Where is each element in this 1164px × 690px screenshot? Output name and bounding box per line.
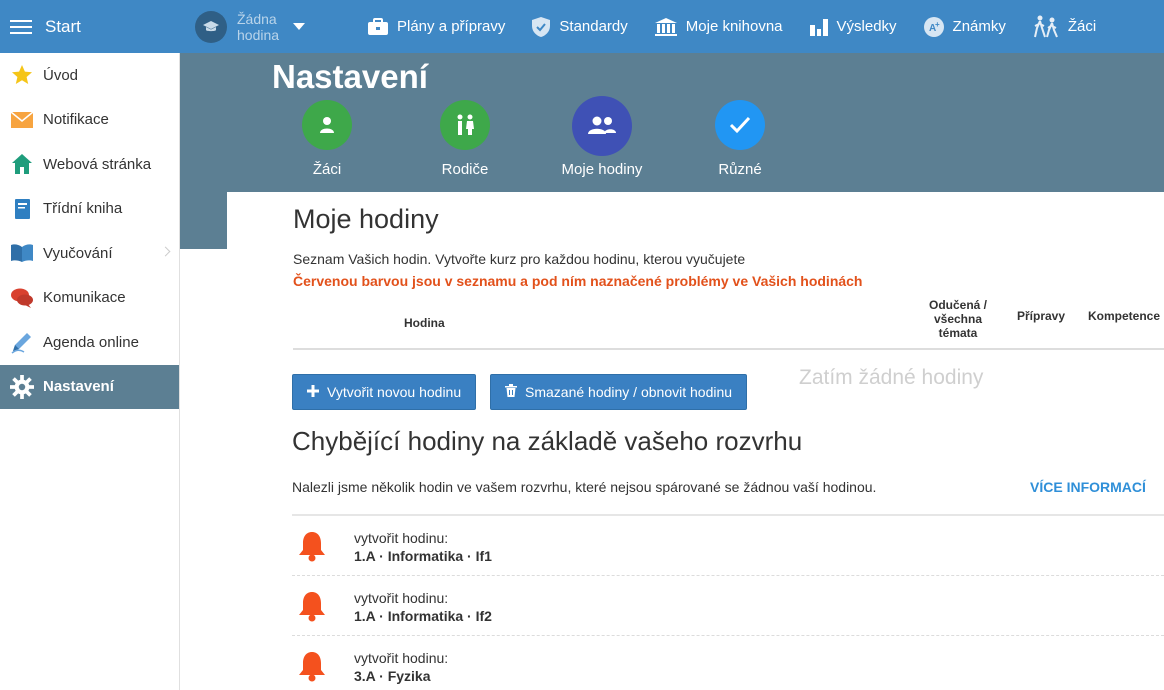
sidebar-item-uvod[interactable]: Úvod <box>0 53 179 98</box>
sidebar-item-komunikace[interactable]: Komunikace <box>0 276 179 321</box>
person-icon <box>302 100 352 150</box>
students-walking-icon <box>1033 15 1058 37</box>
page-title: Nastavení <box>272 58 428 95</box>
more-info-link[interactable]: VÍCE INFORMACÍ <box>1030 479 1146 495</box>
chevron-down-icon <box>293 23 305 30</box>
chat-icon <box>10 286 34 310</box>
column-header-pripravy: Přípravy <box>1017 309 1066 323</box>
graduation-cap-icon <box>195 10 227 43</box>
bell-icon <box>297 530 327 567</box>
open-book-icon <box>10 241 34 265</box>
tab-rodice[interactable]: Rodiče <box>415 100 515 178</box>
start-menu-button[interactable]: Start <box>0 0 180 53</box>
tab-zaci[interactable]: Žáci <box>277 100 377 178</box>
group-icon <box>572 96 632 156</box>
svg-text:+: + <box>935 20 940 29</box>
parents-icon <box>440 100 490 150</box>
envelope-icon <box>10 108 34 132</box>
star-icon <box>10 63 34 87</box>
bell-icon <box>297 650 327 687</box>
sidebar-item-tridni-kniha[interactable]: Třídní kniha <box>0 187 179 232</box>
tab-moje-hodiny[interactable]: Moje hodiny <box>552 96 652 178</box>
grade-icon: A+ <box>923 16 944 37</box>
briefcase-icon <box>368 17 388 35</box>
missing-lesson-name: 3.A · Fyzika <box>354 668 431 684</box>
bell-icon <box>297 590 327 627</box>
column-header-kompetence: Kompetence <box>1088 309 1161 323</box>
sidebar-item-vyucovani[interactable]: Vyučování <box>0 231 179 276</box>
nav-library[interactable]: Moje knihovna <box>654 17 783 37</box>
sidebar-item-webova-stranka[interactable]: Webová stránka <box>0 142 179 187</box>
gear-icon <box>10 374 34 399</box>
column-header-hodina: Hodina <box>404 316 445 330</box>
notebook-icon <box>10 197 34 221</box>
chevron-right-icon <box>160 246 171 257</box>
top-bar: Start Žádna hodina Plány a přípravy Stan… <box>0 0 1164 53</box>
missing-lesson-row[interactable]: vytvořit hodinu: 3.A · Fyzika <box>292 636 1164 690</box>
shield-check-icon <box>532 16 551 37</box>
lessons-description: Seznam Vašich hodin. Vytvořte kurz pro k… <box>293 251 746 267</box>
empty-lessons-text: Zatím žádné hodiny <box>799 366 984 389</box>
sidebar-item-agenda-online[interactable]: Agenda online <box>0 320 179 365</box>
class-selector[interactable]: Žádna hodina <box>195 10 335 43</box>
lessons-table-header: Hodina Odučená / všechna témata Přípravy… <box>293 296 1164 350</box>
lessons-heading: Moje hodiny <box>293 204 439 234</box>
nav-students[interactable]: Žáci <box>1032 15 1096 39</box>
trash-icon <box>505 384 517 400</box>
hamburger-icon <box>10 19 32 35</box>
missing-lesson-name: 1.A · Informatika · If2 <box>354 608 492 624</box>
library-icon <box>654 17 677 36</box>
plus-icon <box>307 384 319 400</box>
missing-lessons-description: Nalezli jsme několik hodin ve vašem rozv… <box>292 479 877 495</box>
column-header-topics: Odučená / všechna témata <box>928 298 987 340</box>
sidebar: Úvod Notifikace Webová stránka Třídní kn… <box>0 53 180 690</box>
missing-lesson-name: 1.A · Informatika · If1 <box>354 548 492 564</box>
class-selector-label: Žádna hodina <box>237 10 280 43</box>
lessons-warning: Červenou barvou jsou v seznamu a pod ním… <box>293 273 863 289</box>
check-icon <box>715 100 765 150</box>
pen-icon <box>10 330 34 354</box>
create-lesson-button[interactable]: Vytvořit novou hodinu <box>292 374 477 410</box>
deleted-lessons-button[interactable]: Smazané hodiny / obnovit hodinu <box>490 374 748 410</box>
missing-lesson-row[interactable]: vytvořit hodinu: 1.A · Informatika · If2 <box>292 576 1164 636</box>
nav-plans[interactable]: Plány a přípravy <box>367 17 505 36</box>
nav-results[interactable]: Výsledky <box>809 17 897 37</box>
bar-chart-icon <box>809 18 828 36</box>
start-label: Start <box>45 16 81 36</box>
missing-lesson-row[interactable]: vytvořit hodinu: 1.A · Informatika · If1 <box>292 516 1164 576</box>
tab-ruzne[interactable]: Různé <box>690 100 790 178</box>
nav-grades[interactable]: A + Známky <box>923 16 1006 38</box>
house-icon <box>10 152 34 176</box>
nav-standards[interactable]: Standardy <box>531 16 628 38</box>
sidebar-item-notifikace[interactable]: Notifikace <box>0 98 179 143</box>
missing-lessons-heading: Chybějící hodiny na základě vašeho rozvr… <box>292 426 803 456</box>
sidebar-item-nastaveni[interactable]: Nastavení <box>0 364 179 409</box>
